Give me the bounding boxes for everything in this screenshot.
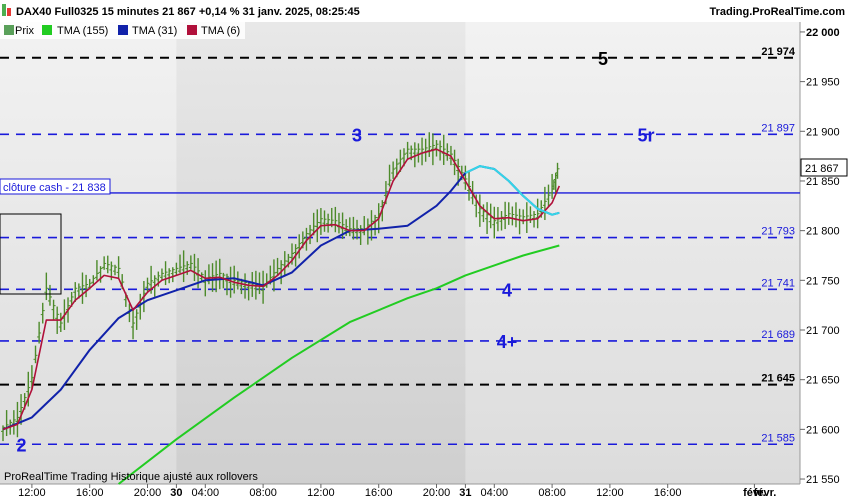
brand-label: Trading.ProRealTime.com	[709, 6, 845, 18]
legend-label: TMA (155)	[57, 25, 108, 37]
y-tick-label: 22 000	[806, 27, 840, 39]
current-price-tag: 21 867	[800, 158, 848, 177]
y-tick-label: 21 800	[806, 226, 840, 238]
x-tick-label: 16:00	[365, 487, 393, 499]
y-axis-panel	[800, 22, 850, 484]
level-label: 21 897	[761, 122, 795, 134]
x-tick-label: 12:00	[18, 487, 46, 499]
legend-swatch	[187, 25, 197, 35]
x-tick-label: 08:00	[249, 487, 277, 499]
legend-label: Prix	[15, 25, 34, 37]
level-label: 21 741	[761, 277, 795, 289]
x-tick-label: 04:00	[192, 487, 220, 499]
x-tick-label: 31	[459, 487, 471, 499]
y-tick-label: 21 900	[806, 126, 840, 138]
current-price-text: 21 867	[805, 163, 839, 175]
level-label: 21 585	[761, 432, 795, 444]
x-tick-label: 30	[170, 487, 182, 499]
x-tick-label: 08:00	[538, 487, 566, 499]
level-tag: 5	[598, 49, 608, 69]
level-label: 21 974	[761, 46, 796, 58]
session-shading	[176, 22, 466, 484]
level-tag: 5r	[637, 125, 654, 145]
cloture-cash-text: clôture cash - 21 838	[3, 182, 106, 194]
wave-label: 2	[16, 435, 26, 455]
level-tag: 4	[502, 280, 512, 300]
level-label: 21 793	[761, 226, 795, 238]
level-label: 21 689	[761, 329, 795, 341]
legend-label: TMA (6)	[201, 25, 240, 37]
x-tick-label: 20:00	[134, 487, 162, 499]
legend-label: TMA (31)	[132, 25, 177, 37]
legend: Prix TMA (155) TMA (31) TMA (6)	[0, 22, 245, 39]
chart-title: DAX40 Full0325 15 minutes 21 867 +0,14 %…	[16, 6, 360, 18]
y-tick-label: 21 600	[806, 424, 840, 436]
legend-swatch	[42, 25, 52, 35]
level-tag: 4+	[497, 332, 518, 352]
x-tick-label: 12:00	[307, 487, 335, 499]
y-tick-label: 21 750	[806, 275, 840, 287]
x-tick-label: 04:00	[481, 487, 509, 499]
wave-label: 3	[352, 125, 362, 145]
x-tick-label: 16:00	[76, 487, 104, 499]
cloture-cash-label: clôture cash - 21 838	[0, 178, 111, 195]
y-tick-label: 21 950	[806, 77, 840, 89]
x-tick-label: 20:00	[423, 487, 451, 499]
legend-swatch	[4, 25, 14, 35]
level-label: 21 645	[761, 373, 795, 385]
legend-swatch	[118, 25, 128, 35]
y-tick-label: 21 550	[806, 474, 840, 486]
y-tick-label: 21 700	[806, 325, 840, 337]
y-tick-label: 21 650	[806, 375, 840, 387]
footer-note: ProRealTime Trading Historique ajusté au…	[4, 471, 258, 483]
x-tick-label: 16:00	[654, 487, 682, 499]
price-chart[interactable]: DAX40 Full0325 15 minutes 21 867 +0,14 %…	[0, 0, 850, 500]
x-tick-label: 12:00	[596, 487, 624, 499]
y-tick-label: 21 850	[806, 176, 840, 188]
x-tick-label: févr.	[754, 487, 777, 499]
